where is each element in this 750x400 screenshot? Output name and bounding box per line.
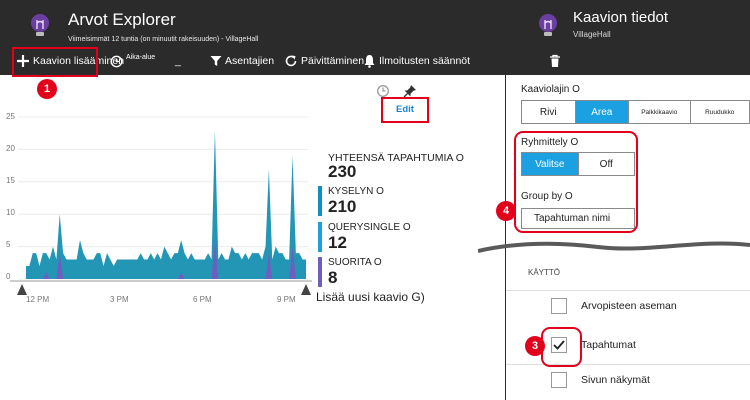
- legend-label: SUORITA O: [328, 257, 382, 268]
- x-tick-label: 9 PM: [277, 295, 296, 304]
- chart-type-selector[interactable]: Rivi Area Palkkikaavio Ruudukko: [521, 100, 750, 124]
- callout-badge: 3: [525, 336, 545, 356]
- time-range-end-handle[interactable]: [301, 284, 311, 295]
- add-new-chart-link[interactable]: Lisää uusi kaavio G): [316, 290, 425, 304]
- x-tick-label: 12 PM: [26, 295, 50, 304]
- callout-highlight-events-checkbox: [541, 327, 582, 367]
- legend-value: 210: [328, 197, 357, 216]
- legend-value: 230: [328, 162, 357, 181]
- trash-icon[interactable]: [549, 54, 561, 68]
- y-tick-label: 15: [6, 176, 15, 185]
- datapoints-checkbox[interactable]: [551, 298, 567, 314]
- legend-color-swatch: [318, 257, 322, 287]
- chart-type-line[interactable]: Rivi: [522, 101, 576, 123]
- x-tick-label: 3 PM: [110, 295, 129, 304]
- lightbulb-icon: [539, 14, 557, 36]
- x-tick-label: 6 PM: [193, 295, 212, 304]
- callout-highlight-add-chart: [12, 47, 98, 77]
- chart-type-label: Kaaviolajin O: [521, 84, 580, 95]
- chart-details-subtitle: VillageHall: [573, 30, 611, 39]
- y-tick-label: 10: [6, 208, 15, 217]
- chart-details-header: Kaavion tiedot VillageHall: [506, 0, 750, 75]
- legend-color-swatch: [318, 186, 322, 216]
- checkbox-row-pageviews[interactable]: Sivun näkymät: [506, 364, 750, 394]
- legend-value: 8: [328, 268, 338, 287]
- callout-badge: 1: [37, 79, 57, 99]
- checkbox-row-datapoints[interactable]: Arvopisteen aseman: [506, 290, 750, 320]
- legend-color-swatch: [318, 222, 322, 252]
- chart-type-grid[interactable]: Ruudukko: [691, 101, 749, 123]
- y-tick-label: 0: [6, 272, 11, 281]
- y-tick-label: 5: [6, 240, 11, 249]
- chart-type-bar[interactable]: Palkkikaavio: [629, 101, 691, 123]
- time-range-start-handle[interactable]: [17, 284, 27, 295]
- callout-highlight-grouping: [514, 131, 638, 233]
- callout-badge: 4: [496, 201, 516, 221]
- chart-series-layer: [26, 129, 306, 279]
- metrics-explorer-panel: Arvot Explorer Viimeisimmät 12 tuntia (o…: [0, 0, 505, 400]
- pageviews-checkbox[interactable]: [551, 372, 567, 388]
- chart-details-title: Kaavion tiedot: [573, 9, 669, 26]
- checkbox-label: Tapahtumat: [581, 339, 636, 351]
- usage-section-header: KÄYTTÖ: [528, 268, 561, 277]
- legend-value: 12: [328, 233, 347, 252]
- legend-label: QUERYSINGLE O: [328, 222, 411, 233]
- y-tick-label: 20: [6, 144, 15, 153]
- checkbox-label: Sivun näkymät: [581, 374, 650, 386]
- checkbox-label: Arvopisteen aseman: [581, 300, 677, 312]
- y-tick-label: 25: [6, 112, 15, 121]
- section-break-divider: [478, 241, 750, 253]
- series-area-events: [26, 129, 306, 279]
- chart-type-area[interactable]: Area: [575, 101, 630, 123]
- legend-label: KYSELYN O: [328, 186, 384, 197]
